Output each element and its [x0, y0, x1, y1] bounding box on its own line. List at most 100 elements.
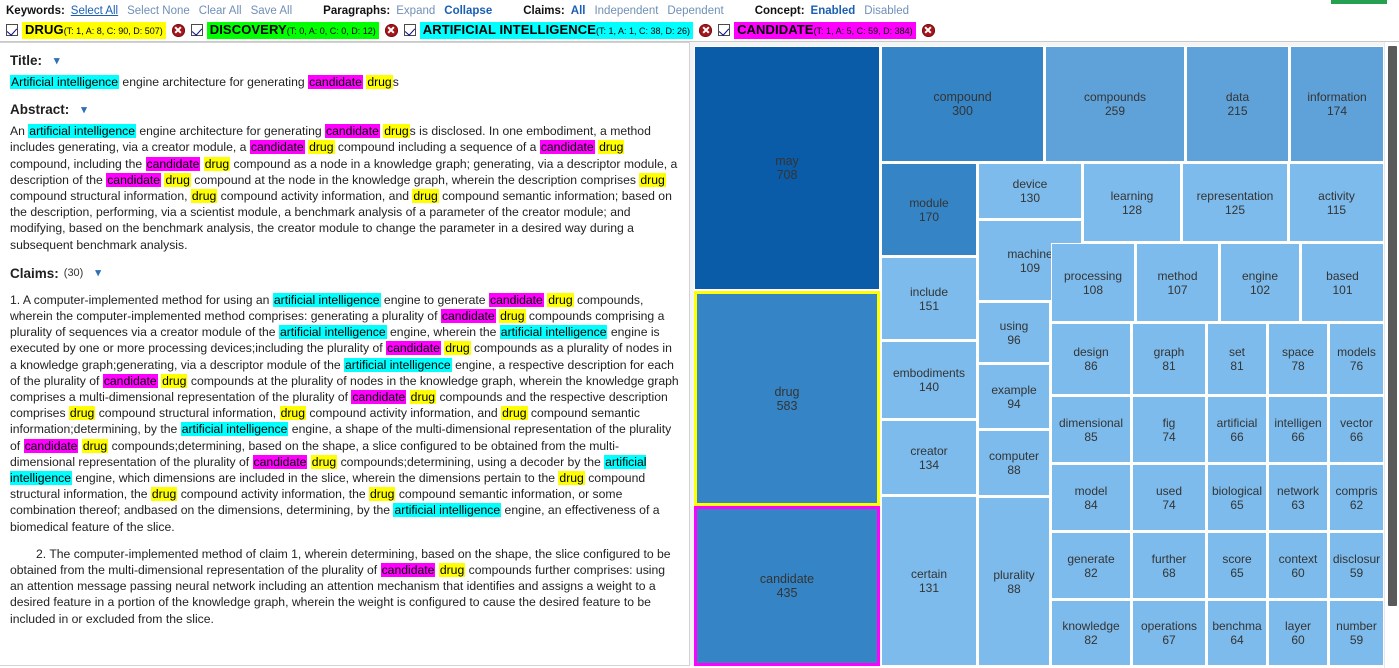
treemap-cell-dimensional[interactable]: dimensional 85	[1051, 396, 1131, 463]
checkbox-drug[interactable]	[6, 24, 18, 36]
treemap-scrollbar[interactable]	[1384, 42, 1399, 668]
treemap-cell-artificial[interactable]: artificial 66	[1207, 396, 1267, 463]
checkbox-discovery[interactable]	[190, 24, 203, 36]
keyword-label[interactable]: DRUG(T: 1, A: 8, C: 90, D: 507)	[22, 21, 166, 39]
treemap-cell-example[interactable]: example 94	[978, 364, 1050, 429]
treemap-cell-compound[interactable]: compound 300	[881, 46, 1044, 162]
treemap-cell-candidate[interactable]: candidate 435	[694, 506, 880, 666]
treemap-cell-label: disclosur	[1332, 551, 1381, 566]
chevron-down-icon-claims[interactable]: ▾	[95, 268, 101, 279]
abstract-label: Abstract:	[10, 102, 70, 118]
treemap-cell-data[interactable]: data 215	[1186, 46, 1289, 162]
treemap-cell-using[interactable]: using 96	[978, 302, 1050, 363]
treemap-cell-number[interactable]: number 59	[1329, 600, 1384, 666]
menu-group-0: Keywords: Select All Select None Clear All S…	[6, 5, 301, 17]
menu-item-select-all[interactable]: Select All	[71, 5, 118, 17]
treemap-cell-embodiments[interactable]: embodiments 140	[881, 341, 977, 419]
document-pane[interactable]: Title: ▾ Artificial intelligence engine …	[0, 42, 690, 666]
treemap-cell-vector[interactable]: vector 66	[1329, 396, 1384, 463]
treemap-cell-used[interactable]: used 74	[1132, 464, 1206, 531]
chevron-down-icon-title[interactable]: ▾	[54, 55, 60, 66]
remove-keyword-icon[interactable]	[921, 23, 935, 37]
keyword-label[interactable]: ARTIFICIAL INTELLIGENCE(T: 1, A: 1, C: 3…	[419, 21, 694, 39]
treemap-cell-module[interactable]: module 170	[881, 163, 977, 256]
treemap-cell-certain[interactable]: certain 131	[881, 496, 977, 666]
treemap-cell-context[interactable]: context 60	[1268, 532, 1328, 599]
claims-list: 1. A computer-implemented method for usi…	[10, 292, 679, 627]
treemap-cell-further[interactable]: further 68	[1132, 532, 1206, 599]
remove-keyword-icon[interactable]	[384, 23, 398, 37]
checkbox-artificial-intelligence[interactable]	[403, 24, 416, 36]
treemap-cell-graph[interactable]: graph 81	[1132, 323, 1206, 395]
menu-item-clear-all[interactable]: Clear All	[199, 5, 242, 17]
treemap-cell-method[interactable]: method 107	[1136, 243, 1219, 322]
treemap-cell-value: 63	[1291, 497, 1305, 512]
treemap-cell-design[interactable]: design 86	[1051, 323, 1131, 395]
document-scrollbar[interactable]	[685, 43, 689, 665]
treemap-cell-label: dimensional	[1058, 415, 1124, 430]
treemap-cell-processing[interactable]: processing 108	[1051, 243, 1135, 322]
treemap-cell-intelligen[interactable]: intelligen 66	[1268, 396, 1328, 463]
treemap-cell-device[interactable]: device 130	[978, 163, 1082, 219]
treemap-cell-generate[interactable]: generate 82	[1051, 532, 1131, 599]
menu-item-disabled[interactable]: Disabled	[864, 5, 909, 17]
treemap-cell-value: 125	[1224, 202, 1246, 217]
remove-keyword-icon[interactable]	[699, 23, 713, 37]
treemap-cell-label: compounds	[1083, 90, 1147, 104]
treemap-cell-label: information	[1307, 90, 1367, 104]
treemap-cell-knowledge[interactable]: knowledge 82	[1051, 600, 1131, 666]
menu-item-select-none[interactable]: Select None	[127, 5, 190, 17]
treemap-cell-compounds[interactable]: compounds 259	[1045, 46, 1185, 162]
treemap-cell-label: creator	[910, 443, 948, 458]
keyword-counts: (T: 0, A: 0, C: 0, D: 12)	[286, 25, 376, 36]
treemap-cell-include[interactable]: include 151	[881, 257, 977, 340]
claim-paragraph: 2. The computer-implemented method of cl…	[10, 546, 671, 626]
treemap-cell-network[interactable]: network 63	[1268, 464, 1328, 531]
treemap-cell-creator[interactable]: creator 134	[881, 420, 977, 495]
treemap-cell-label: used	[1155, 483, 1183, 498]
keyword-treemap[interactable]: may 708 drug 583 candidate 435 compound 300 modu…	[694, 46, 1384, 666]
treemap-cell-space[interactable]: space 78	[1268, 323, 1328, 395]
treemap-cell-information[interactable]: information 174	[1290, 46, 1384, 162]
treemap-cell-model[interactable]: model 84	[1051, 464, 1131, 531]
menu-item-independent[interactable]: Independent	[594, 5, 658, 17]
treemap-cell-value: 435	[776, 586, 798, 600]
chevron-down-icon-abstract[interactable]: ▾	[81, 104, 87, 115]
treemap-cell-plurality[interactable]: plurality 88	[978, 497, 1050, 666]
treemap-cell-score[interactable]: score 65	[1207, 532, 1267, 599]
treemap-cell-label: compris	[1335, 483, 1378, 498]
keyword-name: DRUG	[25, 21, 64, 37]
scrollbar-thumb[interactable]	[1388, 46, 1397, 606]
treemap-cell-may[interactable]: may 708	[694, 46, 880, 290]
treemap-cell-set[interactable]: set 81	[1207, 323, 1267, 395]
treemap-cell-operations[interactable]: operations 67	[1132, 600, 1206, 666]
checkbox-candidate[interactable]	[718, 24, 731, 36]
treemap-cell-disclosur[interactable]: disclosur 59	[1329, 532, 1384, 599]
menu-item-collapse[interactable]: Collapse	[444, 5, 492, 17]
treemap-cell-drug[interactable]: drug 583	[694, 291, 880, 506]
treemap-cell-learning[interactable]: learning 128	[1083, 163, 1181, 242]
treemap-cell-label: example	[991, 382, 1037, 397]
menu-item-save-all[interactable]: Save All	[251, 5, 293, 17]
treemap-cell-based[interactable]: based 101	[1301, 243, 1384, 322]
treemap-cell-representation[interactable]: representation 125	[1182, 163, 1288, 242]
treemap-cell-fig[interactable]: fig 74	[1132, 396, 1206, 463]
treemap-cell-models[interactable]: models 76	[1329, 323, 1384, 395]
title-label: Title:	[10, 53, 43, 68]
keyword-counts: (T: 1, A: 1, C: 38, D: 26)	[596, 25, 691, 36]
treemap-cell-biological[interactable]: biological 65	[1207, 464, 1267, 531]
treemap-cell-layer[interactable]: layer 60	[1268, 600, 1328, 666]
menu-item-all[interactable]: All	[571, 5, 586, 17]
keyword-chips-row: DRUG(T: 1, A: 8, C: 90, D: 507) DISCOVERY…	[0, 20, 1399, 41]
remove-keyword-icon[interactable]	[171, 23, 185, 37]
treemap-cell-activity[interactable]: activity 115	[1289, 163, 1384, 242]
treemap-cell-computer[interactable]: computer 88	[978, 430, 1050, 496]
keyword-label[interactable]: DISCOVERY(T: 0, A: 0, C: 0, D: 12)	[206, 21, 379, 39]
treemap-cell-engine[interactable]: engine 102	[1220, 243, 1300, 322]
menu-item-expand[interactable]: Expand	[396, 5, 435, 17]
keyword-label[interactable]: CANDIDATE(T: 1, A: 5, C: 59, D: 384)	[734, 21, 916, 39]
treemap-cell-compris[interactable]: compris 62	[1329, 464, 1384, 531]
treemap-cell-benchma[interactable]: benchma 64	[1207, 600, 1267, 666]
menu-item-dependent[interactable]: Dependent	[667, 5, 723, 17]
menu-item-enabled[interactable]: Enabled	[811, 5, 856, 17]
